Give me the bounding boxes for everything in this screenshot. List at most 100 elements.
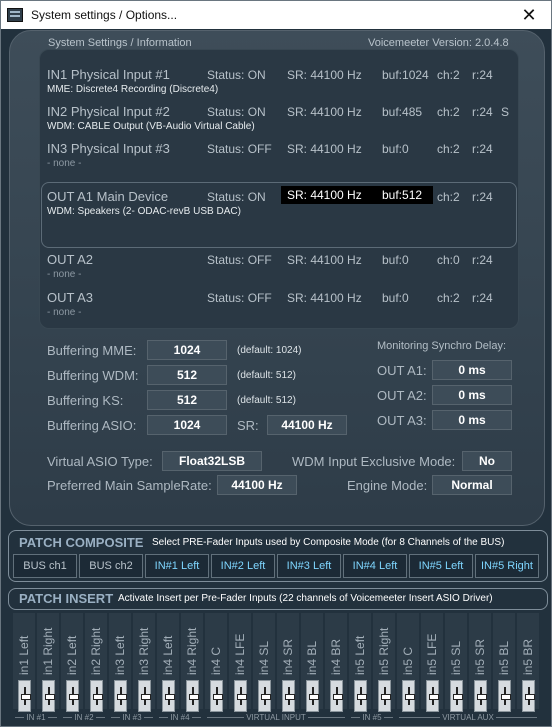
- monitoring-a3-field[interactable]: 0 ms: [432, 410, 512, 430]
- insert-channel-label: in4 Left: [161, 635, 175, 675]
- device-resolution: r:24: [472, 253, 493, 267]
- insert-toggle-switch[interactable]: [138, 680, 151, 712]
- insert-channel-label: in4 C: [209, 646, 223, 675]
- patch-composite-button[interactable]: BUS ch1: [13, 554, 77, 578]
- patch-composite-button[interactable]: IN#5 Right: [475, 554, 539, 578]
- device-channels: ch:2: [437, 291, 460, 305]
- insert-channel: in5 LFE: [421, 613, 443, 712]
- insert-toggle-switch[interactable]: [426, 680, 439, 712]
- device-channels: ch:2: [437, 142, 460, 156]
- insert-channel-label: in4 LFE: [233, 633, 247, 675]
- buffering-wdm-field[interactable]: 512: [147, 365, 227, 385]
- device-driver-name: - none -: [47, 269, 82, 280]
- close-button[interactable]: ✕: [507, 1, 551, 29]
- patch-insert-description: Activate Insert per Pre-Fader Inputs (22…: [118, 593, 493, 604]
- patch-composite-button[interactable]: IN#2 Left: [211, 554, 275, 578]
- buffering-ks-field[interactable]: 512: [147, 390, 227, 410]
- insert-toggle-switch[interactable]: [306, 680, 319, 712]
- insert-channel: in5 BL: [493, 613, 515, 712]
- app-icon: [7, 8, 23, 22]
- patch-composite-title: PATCH COMPOSITE: [19, 535, 144, 550]
- device-driver-name: MME: Discrete4 Recording (Discrete4): [47, 84, 219, 95]
- insert-channel-label: in4 SL: [257, 640, 271, 675]
- monitoring-a1-field[interactable]: 0 ms: [432, 360, 512, 380]
- insert-toggle-switch[interactable]: [450, 680, 463, 712]
- asio-sr-label: SR:: [237, 418, 259, 433]
- device-status: Status: ON: [207, 68, 266, 82]
- insert-toggle-switch[interactable]: [234, 680, 247, 712]
- buffering-mme-field[interactable]: 1024: [147, 340, 227, 360]
- device-extra-flag: S: [501, 105, 510, 119]
- insert-toggle-switch[interactable]: [114, 680, 127, 712]
- wdm-exclusive-label: WDM Input Exclusive Mode:: [292, 454, 456, 469]
- insert-channel-label: in5 Left: [353, 635, 367, 675]
- panel-title: System Settings / Information: [48, 37, 192, 49]
- insert-toggle-switch[interactable]: [474, 680, 487, 712]
- insert-channel: in4 LFE: [229, 613, 251, 712]
- insert-channel: in1 Right: [37, 613, 59, 712]
- patch-composite-button[interactable]: IN#1 Left: [145, 554, 209, 578]
- buffering-wdm-label: Buffering WDM:: [47, 368, 139, 383]
- patch-composite-button[interactable]: IN#5 Left: [409, 554, 473, 578]
- device-buffer: buf:1024: [382, 68, 429, 82]
- settings-window: System settings / Options... ✕ System Se…: [0, 0, 552, 727]
- insert-toggle-switch[interactable]: [42, 680, 55, 712]
- insert-toggle-switch[interactable]: [402, 680, 415, 712]
- insert-channel: in4 SL: [253, 613, 275, 712]
- insert-channel-label: in4 BL: [305, 640, 319, 675]
- insert-toggle-switch[interactable]: [282, 680, 295, 712]
- insert-group-label: IN #2: [61, 712, 107, 722]
- insert-channel-label: in2 Right: [89, 627, 103, 675]
- patch-composite-button[interactable]: IN#4 Left: [343, 554, 407, 578]
- insert-channel: in4 Right: [181, 613, 203, 712]
- device-status: Status: ON: [207, 190, 266, 204]
- buffering-asio-field[interactable]: 1024: [147, 415, 227, 435]
- samplerate-field[interactable]: 44100 Hz: [217, 475, 297, 495]
- main-device-buf: buf:512: [382, 188, 423, 202]
- main-device-sr-buf-highlight: SR: 44100 Hz buf:512: [281, 186, 433, 204]
- device-status: Status: ON: [207, 105, 266, 119]
- insert-toggle-switch[interactable]: [90, 680, 103, 712]
- insert-toggle-switch[interactable]: [378, 680, 391, 712]
- insert-channel: in5 Left: [349, 613, 371, 712]
- device-resolution: r:24: [472, 68, 493, 82]
- insert-channel: in4 SR: [277, 613, 299, 712]
- wdm-exclusive-field[interactable]: No: [462, 451, 512, 471]
- insert-toggle-switch[interactable]: [210, 680, 223, 712]
- insert-channel-label: in5 C: [401, 646, 415, 675]
- insert-channel: in5 SL: [445, 613, 467, 712]
- engine-mode-field[interactable]: Normal: [432, 475, 512, 495]
- main-device-sr: SR: 44100 Hz: [287, 188, 362, 202]
- device-driver-name: - none -: [47, 158, 82, 169]
- device-resolution: r:24: [472, 142, 493, 156]
- insert-channel: in5 SR: [469, 613, 491, 712]
- insert-channel-label: in1 Right: [41, 627, 55, 675]
- device-buffer: buf:485: [382, 105, 423, 119]
- asio-type-field[interactable]: Float32LSB: [162, 451, 262, 471]
- insert-toggle-switch[interactable]: [258, 680, 271, 712]
- buffering-ks-label: Buffering KS:: [47, 393, 124, 408]
- insert-toggle-switch[interactable]: [498, 680, 511, 712]
- asio-type-label: Virtual ASIO Type:: [47, 454, 153, 469]
- device-name: OUT A1 Main Device: [47, 189, 169, 204]
- insert-channel-label: in5 SL: [449, 640, 463, 675]
- device-name: IN3 Physical Input #3: [47, 141, 170, 156]
- asio-sr-field[interactable]: 44100 Hz: [267, 415, 347, 435]
- insert-toggle-switch[interactable]: [66, 680, 79, 712]
- insert-channel: in4 Left: [157, 613, 179, 712]
- insert-toggle-switch[interactable]: [354, 680, 367, 712]
- device-channels: ch:2: [437, 105, 460, 119]
- insert-group-label: IN #4: [157, 712, 203, 722]
- monitoring-a1-label: OUT A1:: [377, 363, 427, 378]
- insert-group-label: IN #1: [13, 712, 59, 722]
- insert-toggle-switch[interactable]: [186, 680, 199, 712]
- device-sample-rate: SR: 44100 Hz: [287, 291, 362, 305]
- insert-toggle-switch[interactable]: [522, 680, 535, 712]
- patch-composite-button[interactable]: IN#3 Left: [277, 554, 341, 578]
- insert-toggle-switch[interactable]: [330, 680, 343, 712]
- monitoring-a2-field[interactable]: 0 ms: [432, 385, 512, 405]
- device-buffer: buf:0: [382, 291, 409, 305]
- insert-toggle-switch[interactable]: [18, 680, 31, 712]
- patch-composite-button[interactable]: BUS ch2: [79, 554, 143, 578]
- insert-toggle-switch[interactable]: [162, 680, 175, 712]
